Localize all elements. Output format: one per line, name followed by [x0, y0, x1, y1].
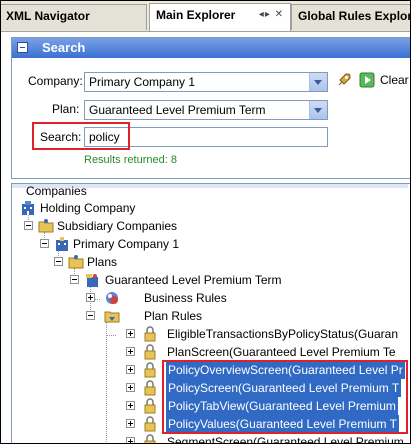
- tree-node-label: Business Rules: [144, 291, 227, 305]
- panel-title: Search: [42, 40, 86, 55]
- folder-icon: [104, 311, 120, 323]
- folder-icon: [38, 219, 54, 233]
- expand-icon[interactable]: [126, 401, 135, 410]
- tree-node-label: Plans: [87, 255, 118, 269]
- expand-icon[interactable]: [126, 347, 135, 356]
- company-value: Primary Company 1: [89, 75, 196, 89]
- tree-node-subsidiary-companies[interactable]: Subsidiary Companies: [24, 217, 324, 235]
- lock-rule-icon: [144, 362, 156, 378]
- tab-bar: XML Navigator Main Explorer ◂▸ ✕ Global …: [1, 1, 411, 32]
- tab-global-rules-explorer[interactable]: Global Rules Explorer: [291, 4, 411, 30]
- expand-icon[interactable]: [126, 383, 135, 392]
- tree-root-label: Companies: [26, 184, 87, 198]
- company-select[interactable]: Primary Company 1: [84, 72, 328, 92]
- lock-rule-icon: [144, 344, 156, 360]
- tree-node-primary-company[interactable]: Primary Company 1: [40, 235, 340, 253]
- search-panel-header[interactable]: Search: [12, 38, 410, 58]
- tree-node-plan-rules[interactable]: Plan Rules: [86, 307, 386, 325]
- collapse-icon[interactable]: [86, 311, 95, 320]
- tree-node-plan-glpt[interactable]: Guaranteed Level Premium Term: [70, 271, 400, 289]
- collapse-icon[interactable]: [40, 239, 49, 248]
- tab-xml-navigator[interactable]: XML Navigator: [1, 4, 147, 30]
- tree-leaf-rule[interactable]: EligibleTransactionsByPolicyStatus(Guara…: [126, 325, 410, 343]
- search-panel: Search Company: Primary Company 1 Clear …: [11, 37, 410, 179]
- tree-node-business-rules[interactable]: Business Rules: [86, 289, 386, 307]
- company-label: Company:: [28, 74, 83, 88]
- expand-icon[interactable]: [86, 293, 95, 302]
- tree-node-label: Holding Company: [40, 201, 136, 215]
- tree-leaf-rule[interactable]: PlanScreen(Guaranteed Level Premium Te: [126, 343, 410, 361]
- tab-label: XML Navigator: [6, 9, 90, 23]
- lock-rule-icon: [144, 434, 156, 443]
- explorer-tree: Companies Holding Company Subsidiary Com…: [11, 183, 410, 444]
- plan-label: Plan:: [52, 102, 80, 116]
- tree-node-label: Guaranteed Level Premium Term: [105, 273, 282, 287]
- collapse-icon[interactable]: [70, 275, 79, 284]
- results-highlight-box: [162, 360, 408, 434]
- tab-controls-icon[interactable]: ◂▸ ✕: [259, 4, 284, 26]
- tree-node-plans[interactable]: Plans: [54, 253, 354, 271]
- tree-node-label: Primary Company 1: [73, 237, 180, 251]
- tree-node-label: SegmentScreen(Guaranteed Level Premium: [167, 435, 404, 444]
- play-icon[interactable]: [359, 72, 375, 88]
- expand-icon[interactable]: [126, 437, 135, 443]
- clear-button[interactable]: Clear: [380, 73, 409, 87]
- lock-rule-icon: [144, 416, 156, 432]
- lock-rule-icon: [144, 398, 156, 414]
- main-window: XML Navigator Main Explorer ◂▸ ✕ Global …: [0, 0, 411, 444]
- tree-node-label: Subsidiary Companies: [57, 219, 178, 233]
- expand-icon[interactable]: [126, 365, 135, 374]
- tree-node-label: Plan Rules: [144, 309, 203, 323]
- folder-icon: [68, 255, 84, 269]
- plan-select[interactable]: Guaranteed Level Premium Term: [84, 100, 328, 120]
- plan-icon: [86, 274, 98, 287]
- tree-node-label: EligibleTransactionsByPolicyStatus(Guara…: [167, 327, 398, 341]
- plan-value: Guaranteed Level Premium Term: [89, 103, 266, 117]
- collapse-icon[interactable]: [54, 257, 63, 266]
- expand-icon[interactable]: [126, 329, 135, 338]
- company-icon: [56, 237, 68, 251]
- rules-icon: [106, 292, 118, 304]
- collapse-icon[interactable]: [17, 42, 28, 53]
- results-count: Results returned: 8: [84, 154, 177, 166]
- tab-label: Global Rules Explorer: [298, 9, 411, 23]
- chevron-down-icon[interactable]: [309, 101, 327, 119]
- rocket-icon[interactable]: [336, 72, 352, 88]
- lock-rule-icon: [144, 380, 156, 396]
- expand-icon[interactable]: [126, 419, 135, 428]
- search-highlight-box: [32, 122, 130, 150]
- collapse-icon[interactable]: [24, 221, 33, 230]
- tab-main-explorer[interactable]: Main Explorer ◂▸ ✕: [149, 3, 291, 31]
- tab-label: Main Explorer: [156, 8, 236, 22]
- lock-rule-icon: [144, 326, 156, 342]
- building-icon: [22, 201, 34, 215]
- tree-leaf-rule[interactable]: SegmentScreen(Guaranteed Level Premium: [126, 433, 410, 444]
- chevron-down-icon[interactable]: [309, 73, 327, 91]
- tree-node-label: PlanScreen(Guaranteed Level Premium Te: [167, 345, 396, 359]
- tree-node-holding-company[interactable]: Holding Company: [20, 199, 320, 217]
